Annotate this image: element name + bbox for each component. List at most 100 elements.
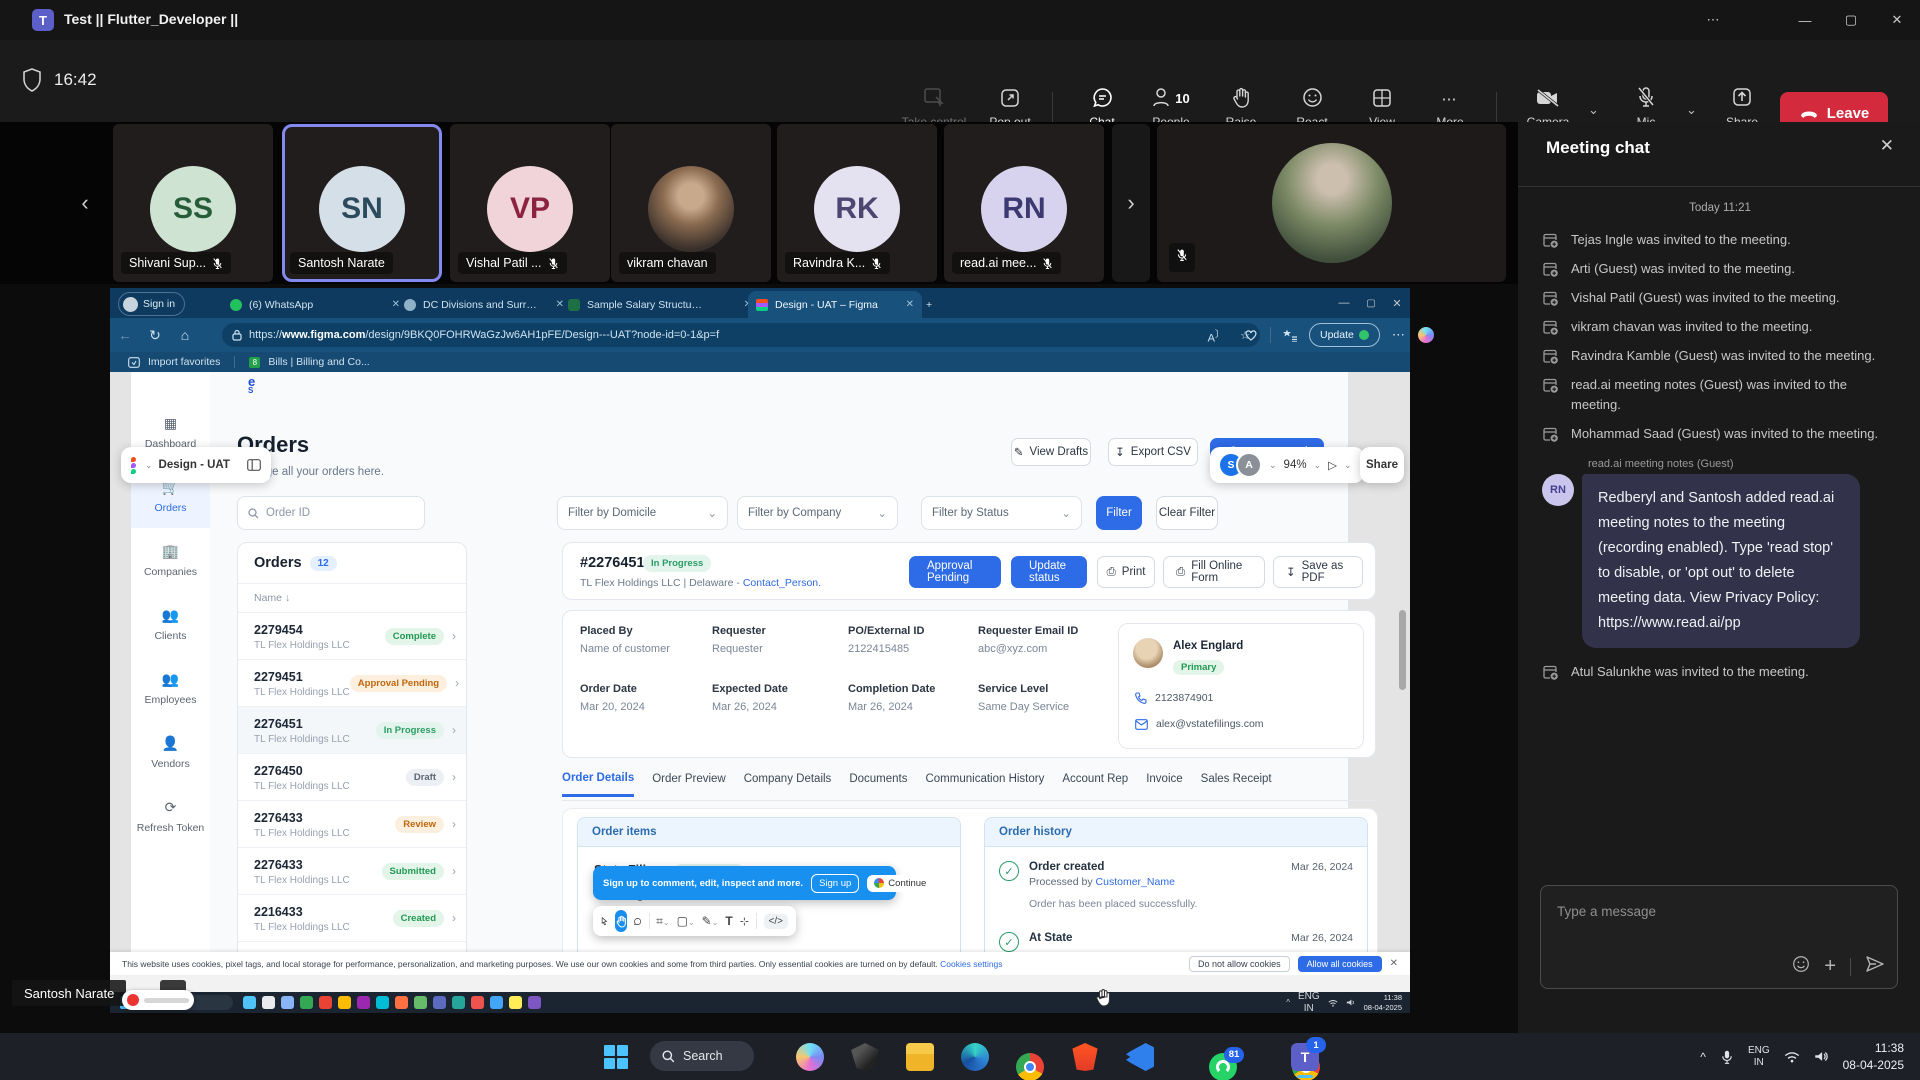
contact-email[interactable]: alex@vstatefilings.com	[1135, 718, 1264, 730]
detail-tab[interactable]: Company Details	[744, 773, 832, 795]
chat-messages[interactable]: Today 11:21 Tejas Ingle was invited to t…	[1542, 202, 1898, 691]
frame-tool-icon[interactable]: ⌗⌄	[656, 914, 669, 929]
play-icon[interactable]: ▷	[1328, 458, 1337, 472]
browser-essentials-icon[interactable]	[1244, 328, 1258, 342]
browser-tab[interactable]: Design - UAT – Figma ✕	[748, 291, 922, 318]
sign-up-button[interactable]: Sign up	[811, 874, 859, 893]
language-indicator[interactable]: ENGIN	[1748, 1045, 1770, 1069]
browser-minimize-button[interactable]: —	[1330, 288, 1358, 318]
column-header[interactable]: Name ↓	[238, 584, 466, 613]
app-icon[interactable]	[509, 996, 522, 1009]
contact-phone[interactable]: 2123874901	[1135, 692, 1213, 704]
chevron-down-icon[interactable]: ⌄	[145, 460, 153, 471]
chevron-down-icon[interactable]: ⌄	[1344, 460, 1352, 471]
browser-maximize-button[interactable]: ▢	[1358, 288, 1384, 318]
new-tab-button[interactable]: +	[918, 291, 954, 318]
tray-expand-icon[interactable]: ^	[1286, 998, 1290, 1007]
detail-tab[interactable]: Communication History	[925, 773, 1044, 795]
app-icon[interactable]	[262, 996, 275, 1009]
tab-close-icon[interactable]: ✕	[906, 299, 914, 310]
chevron-down-icon[interactable]: ⌄	[1314, 460, 1322, 471]
detail-tab[interactable]: Documents	[849, 773, 907, 795]
favorites-bar-icon[interactable]	[1283, 328, 1297, 342]
participant-tile[interactable]: RN read.ai mee...	[944, 124, 1104, 282]
import-favorites[interactable]: Import favorites	[148, 356, 220, 368]
home-icon[interactable]: ⌂	[170, 327, 200, 343]
detail-tab[interactable]: Order Preview	[652, 773, 726, 795]
order-row[interactable]: 2276451 TL Flex Holdings LLC In Progress…	[238, 707, 466, 754]
app-icon[interactable]	[490, 996, 503, 1009]
order-action-button[interactable]: Update status	[1011, 556, 1087, 588]
address-bar[interactable]: https://www.figma.com/design/9BKQ0FOHRWa…	[222, 323, 1260, 347]
camera-options-chevron-icon[interactable]: ⌄	[1588, 102, 1599, 118]
send-icon[interactable]	[1865, 955, 1885, 978]
order-action-button[interactable]: ⎙ Print	[1097, 556, 1155, 588]
pen-tool-icon[interactable]: ✎⌄	[702, 914, 719, 928]
app-icon[interactable]	[433, 996, 446, 1009]
participant-tile-active-speaker[interactable]: SN Santosh Narate	[282, 124, 442, 282]
order-row[interactable]: 2216433 TL Flex Holdings LLC Created ›	[238, 895, 466, 942]
language-indicator[interactable]: ENGIN	[1298, 991, 1320, 1015]
scroll-right-button[interactable]: ›	[1112, 124, 1150, 282]
filter-dropdown[interactable]: Filter by Domicile ⌄	[557, 496, 728, 530]
text-tool-icon[interactable]: T	[725, 914, 732, 928]
volume-icon[interactable]	[1814, 1050, 1829, 1063]
app-icon[interactable]	[471, 996, 484, 1009]
taskbar-app-icon[interactable]	[851, 1043, 879, 1071]
sidebar-item[interactable]: ⟳ Refresh Token	[131, 784, 210, 848]
contact-person-link[interactable]: Contact_Person.	[743, 577, 821, 589]
clear-filter-button[interactable]: Clear Filter	[1156, 496, 1218, 530]
order-row[interactable]: 2279454 TL Flex Holdings LLC Complete ›	[238, 613, 466, 660]
app-icon[interactable]	[300, 996, 313, 1009]
cookies-settings-link[interactable]: Cookies settings	[940, 959, 1002, 969]
chevron-down-icon[interactable]: ⌄	[1269, 460, 1277, 471]
order-row[interactable]: 2276433 TL Flex Holdings LLC Submitted ›	[238, 848, 466, 895]
sidebar-item[interactable]: 👤 Vendors	[131, 720, 210, 784]
hand-tool-icon[interactable]	[615, 910, 627, 932]
wifi-icon[interactable]	[1784, 1051, 1800, 1063]
order-action-button[interactable]: ⎙ Fill Online Form	[1163, 556, 1265, 588]
participant-tile[interactable]: SS Shivani Sup...	[113, 124, 273, 282]
measure-tool-icon[interactable]: ⊹	[740, 915, 749, 928]
figma-scrollbar[interactable]	[1399, 610, 1406, 690]
detail-tab[interactable]: Invoice	[1146, 773, 1182, 795]
detail-tab[interactable]: Account Rep	[1062, 773, 1128, 795]
participant-tile[interactable]: vikram chavan	[611, 124, 771, 282]
detail-tab[interactable]: Sales Receipt	[1201, 773, 1272, 795]
order-row[interactable]: 2279451 TL Flex Holdings LLC Approval Pe…	[238, 660, 466, 707]
view-drafts-button[interactable]: ✎ View Drafts	[1011, 438, 1091, 466]
browser-menu-icon[interactable]: ⋯	[1392, 327, 1406, 343]
maximize-button[interactable]: ▢	[1828, 0, 1874, 40]
participant-tile[interactable]: RK Ravindra K...	[777, 124, 937, 282]
browser-profile-button[interactable]: Sign in	[118, 292, 185, 316]
allow-cookies-button[interactable]: Allow all cookies	[1298, 956, 1382, 972]
start-button[interactable]	[604, 1045, 628, 1069]
whatsapp-icon[interactable]: 81	[1209, 1053, 1237, 1080]
app-icon[interactable]	[528, 996, 541, 1009]
reload-icon[interactable]: ↻	[140, 327, 170, 344]
app-icon[interactable]	[395, 996, 408, 1009]
app-icon[interactable]	[452, 996, 465, 1009]
scroll-left-button[interactable]: ‹	[66, 124, 104, 282]
tray-expand-icon[interactable]: ^	[1700, 1050, 1706, 1064]
shape-tool-icon[interactable]: ▢⌄	[677, 914, 695, 928]
filter-dropdown[interactable]: Filter by Company ⌄	[737, 496, 898, 530]
export-csv-button[interactable]: ↧ Export CSV	[1108, 438, 1198, 466]
detail-tab[interactable]: Order Details	[562, 772, 634, 797]
taskbar-app-icon[interactable]	[796, 1043, 824, 1071]
app-icon[interactable]	[414, 996, 427, 1009]
zoom-level[interactable]: 94%	[1284, 459, 1307, 471]
teams-icon[interactable]: T 1	[1291, 1043, 1319, 1071]
app-icon[interactable]	[319, 996, 332, 1009]
filter-dropdown[interactable]: Filter by Status ⌄	[921, 496, 1082, 530]
taskbar-app-icon[interactable]	[1016, 1053, 1044, 1080]
message-composer[interactable]: Type a message +	[1540, 885, 1898, 989]
order-row[interactable]: 2276450 TL Flex Holdings LLC Draft ›	[238, 754, 466, 801]
figma-share-button[interactable]: Share	[1360, 447, 1404, 483]
mic-in-use-icon[interactable]	[1720, 1049, 1734, 1065]
order-action-button[interactable]: ↧ Save as PDF	[1273, 556, 1363, 588]
copilot-icon[interactable]	[1418, 327, 1434, 343]
taskbar-app-icon[interactable]	[1126, 1043, 1154, 1071]
order-id-search-input[interactable]: Order ID	[237, 496, 425, 530]
google-continue-button[interactable]: Continue	[867, 875, 933, 892]
